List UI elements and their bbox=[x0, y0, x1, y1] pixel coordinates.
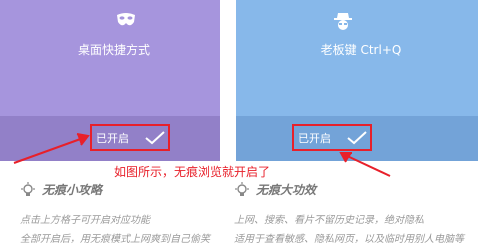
boss-key-title: 老板键 Ctrl+Q bbox=[320, 43, 402, 57]
status-label: 已开启 bbox=[298, 131, 331, 145]
boss-key-card[interactable]: 老板键 Ctrl+Q 已开启 bbox=[236, 0, 478, 161]
tip-line: 适用于查看敏感、隐私网页，以及临时用别人电脑等 bbox=[234, 234, 464, 245]
tip-line: 上网、搜索、看片不留历史记录，绝对隐私 bbox=[234, 215, 424, 226]
boss-key-icon bbox=[334, 13, 352, 30]
check-icon bbox=[347, 130, 367, 144]
tips-header-left: 无痕小攻略 bbox=[20, 181, 102, 198]
status-label: 已开启 bbox=[96, 131, 129, 145]
boss-key-card-top bbox=[236, 0, 478, 116]
status-highlight-box[interactable]: 已开启 bbox=[292, 124, 372, 151]
lightbulb-icon bbox=[21, 181, 35, 196]
lightbulb-icon bbox=[235, 181, 249, 196]
mask-icon bbox=[117, 13, 135, 26]
tip-line: 点击上方格子可开启对应功能 bbox=[20, 215, 150, 226]
tips-header-right: 无痕大功效 bbox=[234, 181, 316, 198]
status-highlight-box[interactable]: 已开启 bbox=[90, 124, 170, 151]
desktop-shortcut-title: 桌面快捷方式 bbox=[77, 43, 150, 57]
desktop-shortcut-status-bar[interactable]: 已开启 bbox=[0, 116, 220, 161]
check-icon bbox=[145, 130, 165, 144]
desktop-shortcut-card[interactable]: 桌面快捷方式 已开启 bbox=[0, 0, 220, 161]
tip-line: 全部开启后，用无痕模式上网爽到自己偷笑 bbox=[20, 234, 210, 245]
tips-title: 无痕小攻略 bbox=[42, 183, 103, 197]
tips-title: 无痕大功效 bbox=[256, 183, 317, 197]
desktop-shortcut-card-top bbox=[0, 0, 220, 116]
boss-key-status-bar[interactable]: 已开启 bbox=[236, 116, 478, 161]
annotation-text: 如图所示，无痕浏览就开启了 bbox=[114, 165, 271, 179]
